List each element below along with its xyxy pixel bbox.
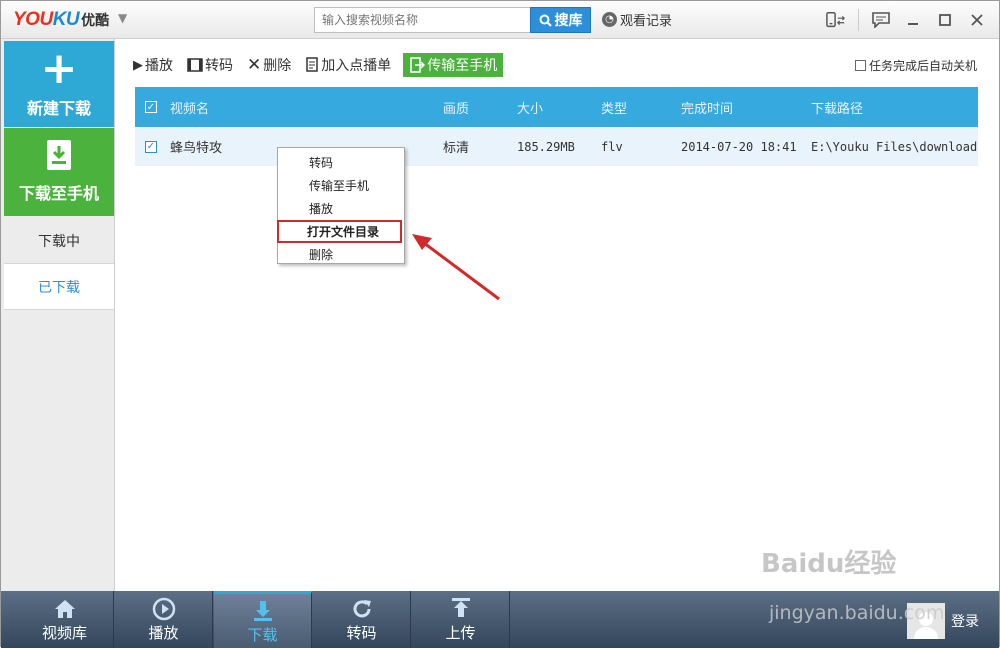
minimize-icon[interactable] bbox=[903, 10, 923, 30]
logo-latin: YOUKU bbox=[13, 9, 80, 30]
menu-item-transcode[interactable]: 转码 bbox=[278, 151, 404, 174]
row-path: E:\Youku Files\download\ bbox=[811, 139, 978, 154]
toolbar-divider bbox=[858, 9, 859, 31]
transfer-label: 传输至手机 bbox=[427, 58, 498, 74]
tab-downloading[interactable]: 下载中 bbox=[4, 218, 114, 264]
play-button[interactable]: ▶ 播放 bbox=[131, 53, 175, 77]
playlist-icon bbox=[306, 57, 318, 72]
window-controls bbox=[826, 9, 987, 31]
home-icon bbox=[53, 596, 77, 622]
login-label[interactable]: 登录 bbox=[951, 611, 979, 631]
phone-download-icon bbox=[47, 140, 71, 170]
add-playlist-label: 加入点播单 bbox=[321, 58, 392, 74]
row-check-cell: ✓ bbox=[145, 127, 157, 166]
play-icon: ▶ bbox=[133, 57, 143, 73]
row-finished: 2014-07-20 18:41 bbox=[681, 139, 797, 154]
clock-icon: ◔ bbox=[602, 12, 617, 27]
header-type[interactable]: 类型 bbox=[601, 87, 627, 127]
transcode-label: 转码 bbox=[205, 58, 233, 74]
nav-transcode[interactable]: 转码 bbox=[313, 591, 411, 648]
search-button-label: 搜库 bbox=[554, 13, 583, 29]
header-name[interactable]: 视频名 bbox=[170, 87, 209, 127]
menu-item-transfer-phone[interactable]: 传输至手机 bbox=[278, 174, 404, 197]
refresh-icon bbox=[350, 596, 374, 622]
baidu-watermark-url: jingyan.baidu.com bbox=[769, 602, 945, 624]
nav-upload-label: 上传 bbox=[445, 624, 476, 642]
row-name: 蜂鸟特攻 bbox=[170, 141, 223, 156]
auto-shutdown-checkbox[interactable] bbox=[854, 60, 866, 71]
maximize-icon[interactable] bbox=[935, 10, 955, 30]
left-sidebar: + 新建下载 下载至手机 下载中 已下载 bbox=[1, 39, 115, 591]
select-all-checkbox[interactable]: ✓ bbox=[145, 101, 157, 113]
message-icon[interactable] bbox=[871, 10, 891, 30]
new-download-label: 新建下载 bbox=[26, 99, 91, 118]
close-icon[interactable] bbox=[967, 10, 987, 30]
nav-download[interactable]: 下载 bbox=[214, 591, 312, 648]
table-row[interactable]: ✓ 蜂鸟特攻 标清 185.29MB flv 2014-07-20 18:41 … bbox=[135, 127, 978, 166]
search-button[interactable]: 搜库 bbox=[530, 7, 591, 33]
menu-item-open-folder[interactable]: 打开文件目录 bbox=[277, 220, 402, 243]
watch-history-button[interactable]: ◔ 观看记录 bbox=[602, 10, 672, 29]
transfer-icon bbox=[410, 57, 426, 73]
search-input[interactable] bbox=[314, 7, 531, 33]
transcode-button[interactable]: 转码 bbox=[185, 53, 235, 77]
auto-shutdown-toggle[interactable]: 任务完成后自动关机 bbox=[854, 57, 977, 74]
new-download-button[interactable]: + 新建下载 bbox=[4, 41, 114, 127]
main-menu-caret-icon[interactable]: ▼ bbox=[118, 11, 127, 25]
title-bar: YOUKU 优酷 ▼ 搜库 ◔ 观看记录 bbox=[1, 1, 999, 39]
row-checkbox[interactable]: ✓ bbox=[145, 140, 157, 153]
nav-upload[interactable]: 上传 bbox=[412, 591, 510, 648]
delete-label: 删除 bbox=[263, 58, 292, 74]
annotation-arrow bbox=[412, 234, 500, 301]
phone-sync-icon[interactable] bbox=[826, 10, 846, 30]
youku-logo[interactable]: YOUKU 优酷 bbox=[13, 9, 109, 31]
app-window: YOUKU 优酷 ▼ 搜库 ◔ 观看记录 bbox=[0, 0, 1000, 648]
delete-button[interactable]: ✕ 删除 bbox=[245, 53, 293, 77]
plus-icon: + bbox=[40, 43, 78, 94]
context-menu: 转码 传输至手机 播放 打开文件目录 删除 bbox=[277, 147, 405, 264]
header-path[interactable]: 下载路径 bbox=[811, 87, 863, 127]
select-all-cell: ✓ bbox=[145, 87, 157, 127]
menu-item-delete[interactable]: 删除 bbox=[278, 243, 404, 266]
delete-x-icon: ✕ bbox=[247, 55, 262, 75]
row-quality: 标清 bbox=[443, 141, 470, 156]
downloaded-table: ✓ 视频名 画质 大小 类型 完成时间 下载路径 ✓ 蜂鸟特攻 标清 185.2… bbox=[135, 87, 978, 166]
table-header: ✓ 视频名 画质 大小 类型 完成时间 下载路径 bbox=[135, 87, 978, 127]
nav-transcode-label: 转码 bbox=[346, 624, 377, 642]
film-icon bbox=[187, 58, 203, 72]
nav-play[interactable]: 播放 bbox=[115, 591, 213, 648]
nav-play-label: 播放 bbox=[148, 624, 179, 642]
download-to-phone-button[interactable]: 下载至手机 bbox=[4, 128, 114, 216]
header-quality[interactable]: 画质 bbox=[443, 87, 469, 127]
nav-video-library[interactable]: 视频库 bbox=[16, 591, 114, 648]
download-icon bbox=[251, 598, 275, 624]
download-to-phone-label: 下载至手机 bbox=[18, 184, 99, 203]
header-size[interactable]: 大小 bbox=[517, 87, 543, 127]
search-icon bbox=[539, 14, 552, 27]
baidu-watermark: Baidu经验 bbox=[761, 549, 897, 579]
upload-icon bbox=[449, 596, 473, 622]
tab-downloaded[interactable]: 已下载 bbox=[4, 264, 114, 310]
action-toolbar: ▶ 播放 转码 ✕ 删除 加入点播单 传输至手机 bbox=[131, 53, 504, 77]
logo-cn: 优酷 bbox=[81, 13, 110, 29]
row-type: flv bbox=[601, 139, 623, 154]
nav-video-library-label: 视频库 bbox=[41, 624, 87, 642]
auto-shutdown-label: 任务完成后自动关机 bbox=[868, 59, 977, 73]
menu-item-play[interactable]: 播放 bbox=[278, 197, 404, 220]
nav-download-label: 下载 bbox=[247, 625, 278, 644]
watch-history-label: 观看记录 bbox=[620, 14, 673, 29]
header-finished[interactable]: 完成时间 bbox=[681, 87, 733, 127]
transfer-to-phone-button[interactable]: 传输至手机 bbox=[403, 53, 504, 77]
add-playlist-button[interactable]: 加入点播单 bbox=[303, 53, 393, 77]
play-label: 播放 bbox=[145, 58, 173, 74]
play-circle-icon bbox=[152, 596, 176, 622]
row-size: 185.29MB bbox=[517, 139, 575, 154]
